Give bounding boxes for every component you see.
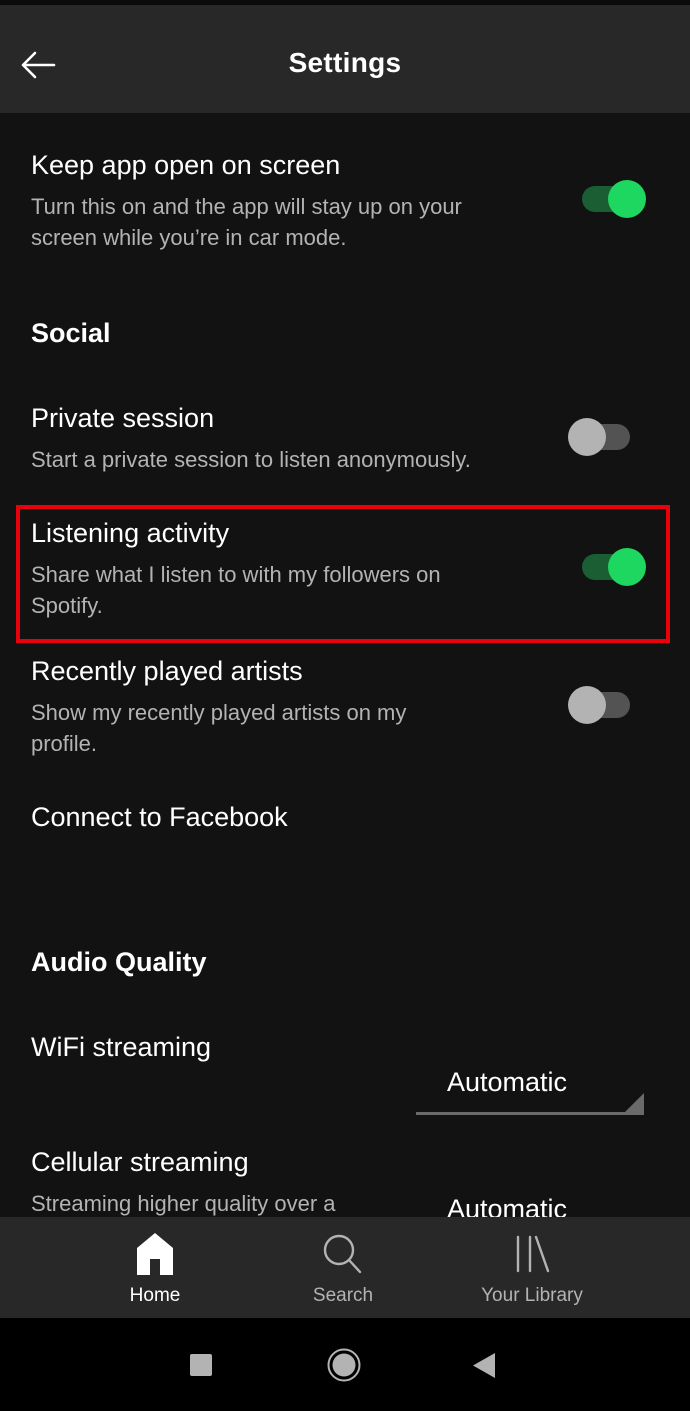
listening-activity-toggle[interactable]: [574, 545, 654, 589]
recents-icon[interactable]: [190, 1354, 212, 1376]
recently-played-artists-toggle[interactable]: [568, 683, 648, 727]
app-header: Settings: [0, 5, 690, 113]
nav-item-home[interactable]: Home: [70, 1217, 240, 1318]
back-triangle-icon[interactable]: [473, 1353, 495, 1378]
search-icon: [323, 1234, 362, 1274]
listening-activity-title: Listening activity: [31, 518, 230, 548]
private-session-toggle[interactable]: [568, 415, 648, 459]
section-heading-audio-quality: Audio Quality: [31, 947, 207, 977]
subtitle-line: screen while you’re in car mode.: [31, 225, 347, 250]
keep-app-open-title: Keep app open on screen: [31, 150, 341, 180]
section-heading-social: Social: [31, 318, 111, 348]
dropdown-corner-icon: [622, 1093, 644, 1115]
keep-app-open-toggle[interactable]: [574, 177, 654, 221]
recently-played-artists-title: Recently played artists: [31, 656, 303, 686]
nav-item-your-library[interactable]: Your Library: [447, 1217, 617, 1318]
cellular-streaming-subtitle: Streaming higher quality over a: [31, 1188, 336, 1219]
subtitle-line: Share what I listen to with my followers…: [31, 562, 441, 587]
subtitle-line: Turn this on and the app will stay up on…: [31, 194, 462, 219]
keep-app-open-subtitle: Turn this on and the app will stay up on…: [31, 191, 462, 253]
system-navigation-bar: [0, 1318, 690, 1411]
toggle-knob: [608, 180, 646, 218]
connect-facebook-item[interactable]: Connect to Facebook: [31, 802, 288, 833]
nav-label: Search: [312, 1285, 374, 1306]
home-icon: [137, 1233, 173, 1275]
home-circle-glyph: [327, 1348, 361, 1382]
nav-label: Your Library: [481, 1285, 583, 1306]
nav-label: Home: [129, 1285, 181, 1306]
listening-activity-subtitle: Share what I listen to with my followers…: [31, 559, 441, 621]
subtitle-line: Show my recently played artists on my: [31, 700, 407, 725]
toggle-knob: [608, 548, 646, 586]
toggle-knob: [568, 686, 606, 724]
cellular-streaming-title: Cellular streaming: [31, 1147, 249, 1177]
bottom-navigation: Home Search Your Library: [0, 1217, 690, 1318]
toggle-knob: [568, 418, 606, 456]
recently-played-artists-subtitle: Show my recently played artists on my pr…: [31, 697, 406, 759]
wifi-streaming-dropdown[interactable]: Automatic: [416, 1055, 644, 1115]
subtitle-line: Streaming higher quality over a: [31, 1191, 336, 1216]
subtitle-line: Spotify.: [31, 593, 103, 618]
dropdown-underline: [416, 1112, 644, 1115]
back-triangle-glyph: [473, 1353, 495, 1378]
subtitle-line: profile.: [31, 731, 98, 756]
page-title: Settings: [288, 47, 402, 78]
subtitle-line: Start a private session to listen anonym…: [31, 447, 471, 472]
private-session-subtitle: Start a private session to listen anonym…: [31, 444, 471, 475]
nav-item-search[interactable]: Search: [258, 1217, 428, 1318]
library-icon: [516, 1235, 550, 1273]
dropdown-value: Automatic: [447, 1067, 568, 1097]
private-session-title: Private session: [31, 403, 215, 433]
wifi-streaming-title: WiFi streaming: [31, 1032, 212, 1062]
home-circle-icon[interactable]: [327, 1348, 361, 1382]
